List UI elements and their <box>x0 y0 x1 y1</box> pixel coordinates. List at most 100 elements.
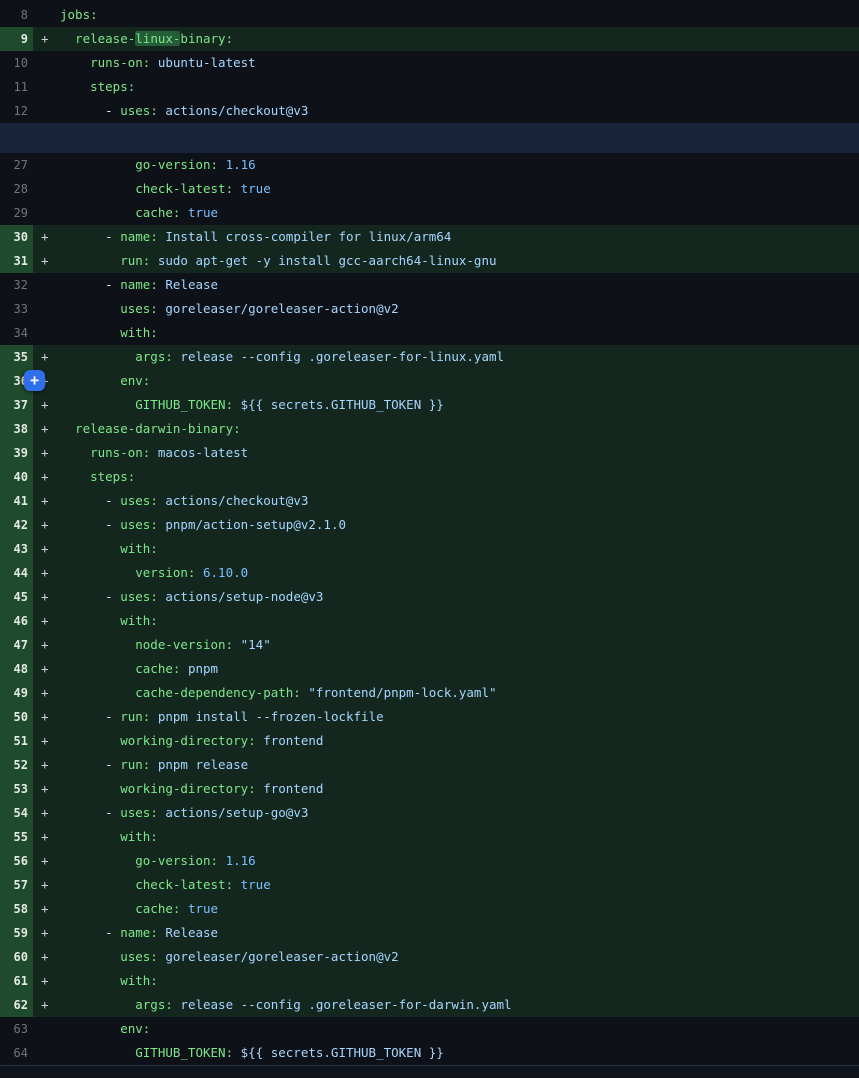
line-number[interactable]: 49 <box>0 681 33 705</box>
code-token: node-version: <box>60 637 233 652</box>
diff-marker: + <box>33 873 60 897</box>
code-token: - <box>60 493 120 508</box>
diff-marker: + <box>33 897 60 921</box>
line-number[interactable]: 61 <box>0 969 33 993</box>
line-number[interactable]: 38 <box>0 417 33 441</box>
code-token: actions/checkout@v3 <box>158 493 309 508</box>
diff-line-54: 54+ - uses: actions/setup-go@v3 <box>0 801 859 825</box>
line-number[interactable]: 59 <box>0 921 33 945</box>
line-number[interactable]: 11 <box>0 75 33 99</box>
code-token: - <box>60 709 120 724</box>
diff-marker: + <box>33 27 60 51</box>
diff-line-51: 51+ working-directory: frontend <box>0 729 859 753</box>
hunk-expander[interactable] <box>0 123 859 153</box>
line-number[interactable]: 9 <box>0 27 33 51</box>
line-number[interactable]: 64 <box>0 1041 33 1065</box>
line-number[interactable]: 45 <box>0 585 33 609</box>
line-number[interactable]: 35 <box>0 345 33 369</box>
code-line: uses: goreleaser/goreleaser-action@v2 <box>60 297 859 321</box>
code-token: working-directory: <box>60 781 256 796</box>
diff-line-12: 12 - uses: actions/checkout@v3 <box>0 99 859 123</box>
line-number[interactable]: 40 <box>0 465 33 489</box>
diff-line-32: 32 - name: Release <box>0 273 859 297</box>
code-token: - <box>60 757 120 772</box>
code-token: linux- <box>135 31 180 46</box>
code-token: GITHUB_TOKEN: <box>60 397 233 412</box>
code-line: - uses: actions/checkout@v3 <box>60 99 859 123</box>
line-number[interactable]: 28 <box>0 177 33 201</box>
code-line: steps: <box>60 75 859 99</box>
line-number[interactable]: 62 <box>0 993 33 1017</box>
diff-marker: + <box>33 921 60 945</box>
code-token: runs-on: <box>60 55 150 70</box>
diff-marker <box>33 99 60 123</box>
diff-line-42: 42+ - uses: pnpm/action-setup@v2.1.0 <box>0 513 859 537</box>
diff-line-58: 58+ cache: true <box>0 897 859 921</box>
code-line: - run: pnpm release <box>60 753 859 777</box>
diff-line-34: 34 with: <box>0 321 859 345</box>
line-number[interactable]: 53 <box>0 777 33 801</box>
line-number[interactable]: 51 <box>0 729 33 753</box>
diff-line-46: 46+ with: <box>0 609 859 633</box>
diff-line-43: 43+ with: <box>0 537 859 561</box>
code-token: Install cross-compiler for linux/arm64 <box>158 229 452 244</box>
line-number[interactable]: 12 <box>0 99 33 123</box>
line-number[interactable]: 56 <box>0 849 33 873</box>
code-token: args: <box>60 349 173 364</box>
code-token: run: <box>120 709 150 724</box>
diff-marker: + <box>33 489 60 513</box>
line-number[interactable]: 54 <box>0 801 33 825</box>
add-comment-button[interactable]: + <box>24 370 45 391</box>
code-token: ubuntu-latest <box>150 55 255 70</box>
code-token: - <box>60 517 120 532</box>
line-number[interactable]: 50 <box>0 705 33 729</box>
code-token: with: <box>60 541 158 556</box>
line-number[interactable]: 31 <box>0 249 33 273</box>
code-token: "frontend/pnpm-lock.yaml" <box>301 685 497 700</box>
line-number[interactable]: 47 <box>0 633 33 657</box>
line-number[interactable]: 34 <box>0 321 33 345</box>
line-number[interactable]: 29 <box>0 201 33 225</box>
diff-marker: + <box>33 561 60 585</box>
code-line: with: <box>60 537 859 561</box>
code-token: actions/setup-go@v3 <box>158 805 309 820</box>
code-token: uses: <box>120 517 158 532</box>
code-token: release --config .goreleaser-for-linux.y… <box>173 349 504 364</box>
line-number[interactable]: 43 <box>0 537 33 561</box>
diff-marker <box>33 297 60 321</box>
line-number[interactable]: 44 <box>0 561 33 585</box>
code-line: cache-dependency-path: "frontend/pnpm-lo… <box>60 681 859 705</box>
line-number[interactable]: 32 <box>0 273 33 297</box>
code-token: binary: <box>180 31 233 46</box>
line-number[interactable]: 52 <box>0 753 33 777</box>
line-number[interactable]: 48 <box>0 657 33 681</box>
line-number[interactable]: 57 <box>0 873 33 897</box>
code-token: 1.16 <box>218 853 256 868</box>
line-number[interactable]: 37 <box>0 393 33 417</box>
line-number[interactable]: 27 <box>0 153 33 177</box>
diff-marker <box>33 321 60 345</box>
line-number[interactable]: 30 <box>0 225 33 249</box>
code-token: - <box>60 229 120 244</box>
diff-marker <box>33 201 60 225</box>
line-number[interactable]: 39 <box>0 441 33 465</box>
line-number[interactable]: 46 <box>0 609 33 633</box>
code-line: with: <box>60 825 859 849</box>
line-number[interactable]: 55 <box>0 825 33 849</box>
line-number[interactable]: 10 <box>0 51 33 75</box>
diff-line-50: 50+ - run: pnpm install --frozen-lockfil… <box>0 705 859 729</box>
line-number[interactable]: 60 <box>0 945 33 969</box>
line-number[interactable]: 8 <box>0 3 33 27</box>
code-token: release-darwin-binary: <box>60 421 241 436</box>
line-number[interactable]: 63 <box>0 1017 33 1041</box>
diff-line-48: 48+ cache: pnpm <box>0 657 859 681</box>
line-number[interactable]: 33 <box>0 297 33 321</box>
line-number[interactable]: 58 <box>0 897 33 921</box>
diff-line-60: 60+ uses: goreleaser/goreleaser-action@v… <box>0 945 859 969</box>
line-number[interactable]: 41 <box>0 489 33 513</box>
diff-marker: + <box>33 441 60 465</box>
diff-line-63: 63 env: <box>0 1017 859 1041</box>
code-line: - uses: actions/setup-node@v3 <box>60 585 859 609</box>
diff-marker: + <box>33 657 60 681</box>
line-number[interactable]: 42 <box>0 513 33 537</box>
